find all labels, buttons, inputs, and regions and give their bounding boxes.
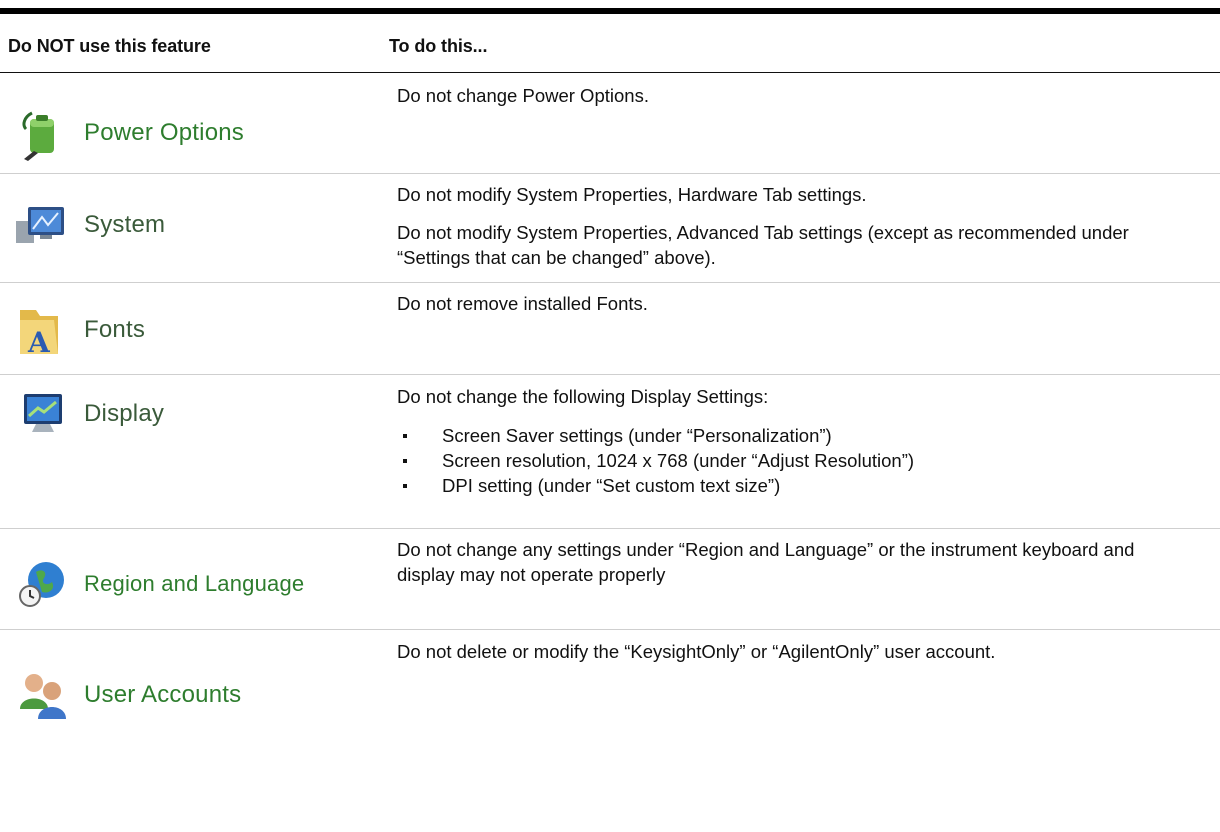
bullet-marker — [403, 459, 407, 463]
table-row: User Accounts Do not delete or modify th… — [0, 629, 1220, 739]
feature-description: Do not change Power Options. — [397, 83, 1197, 108]
feature-label: System — [84, 211, 166, 238]
list-item: Screen Saver settings (under “Personaliz… — [397, 423, 1197, 448]
table-row: A Fonts Do not remove installed Fonts. — [0, 282, 1220, 375]
svg-text:A: A — [27, 326, 51, 358]
feature-description: Do not change the following Display Sett… — [397, 384, 1197, 498]
description-text: Do not modify System Properties, Advance… — [397, 222, 1129, 268]
table-row: Display Do not change the following Disp… — [0, 374, 1220, 529]
feature-label: Fonts — [84, 316, 146, 343]
description-text: Do not change any settings under “Region… — [397, 539, 1135, 585]
description-text: Do not change Power Options. — [397, 85, 649, 106]
feature-label: User Accounts — [84, 681, 242, 708]
bullet-marker — [403, 484, 407, 488]
feature-region-language: Region and Language — [14, 558, 304, 610]
description-text: Do not remove installed Fonts. — [397, 293, 648, 314]
table-header: Do NOT use this feature To do this... — [0, 14, 1220, 73]
feature-label: Region and Language — [84, 571, 305, 596]
list-item: Screen resolution, 1024 x 768 (under “Ad… — [397, 448, 1197, 473]
feature-description: Do not delete or modify the “KeysightOnl… — [397, 639, 1197, 664]
column-header-feature: Do NOT use this feature — [8, 36, 211, 56]
description-text: Do not delete or modify the “KeysightOnl… — [397, 641, 996, 662]
list-item-text: DPI setting (under “Set custom text size… — [442, 475, 781, 496]
system-computer-icon — [14, 199, 74, 251]
table-row: System Do not modify System Properties, … — [0, 173, 1220, 283]
feature-display: Display — [14, 388, 164, 440]
feature-label: Power Options — [84, 119, 245, 146]
feature-description: Do not change any settings under “Region… — [397, 537, 1197, 587]
user-accounts-icon — [14, 669, 74, 721]
feature-system: System — [14, 199, 165, 251]
column-header-action: To do this... — [389, 36, 488, 56]
list-item: DPI setting (under “Set custom text size… — [397, 473, 1197, 498]
bullet-list: Screen Saver settings (under “Personaliz… — [397, 423, 1197, 498]
globe-clock-icon — [14, 558, 74, 610]
description-text: Do not change the following Display Sett… — [397, 386, 769, 407]
feature-power-options: Power Options — [14, 107, 245, 161]
table-row: Region and Language Do not change any se… — [0, 528, 1220, 630]
power-options-icon — [14, 107, 74, 161]
feature-fonts: A Fonts — [14, 304, 146, 359]
display-monitor-icon — [14, 388, 74, 440]
table-row: Power Options Do not change Power Option… — [0, 73, 1220, 174]
feature-user-accounts: User Accounts — [14, 669, 241, 721]
list-item-text: Screen Saver settings (under “Personaliz… — [442, 425, 832, 446]
fonts-folder-icon: A — [14, 304, 74, 359]
bullet-marker — [403, 434, 407, 438]
feature-description: Do not modify System Properties, Hardwar… — [397, 182, 1197, 270]
feature-label: Display — [84, 400, 165, 427]
feature-description: Do not remove installed Fonts. — [397, 291, 1197, 316]
description-text: Do not modify System Properties, Hardwar… — [397, 184, 867, 205]
list-item-text: Screen resolution, 1024 x 768 (under “Ad… — [442, 450, 915, 471]
